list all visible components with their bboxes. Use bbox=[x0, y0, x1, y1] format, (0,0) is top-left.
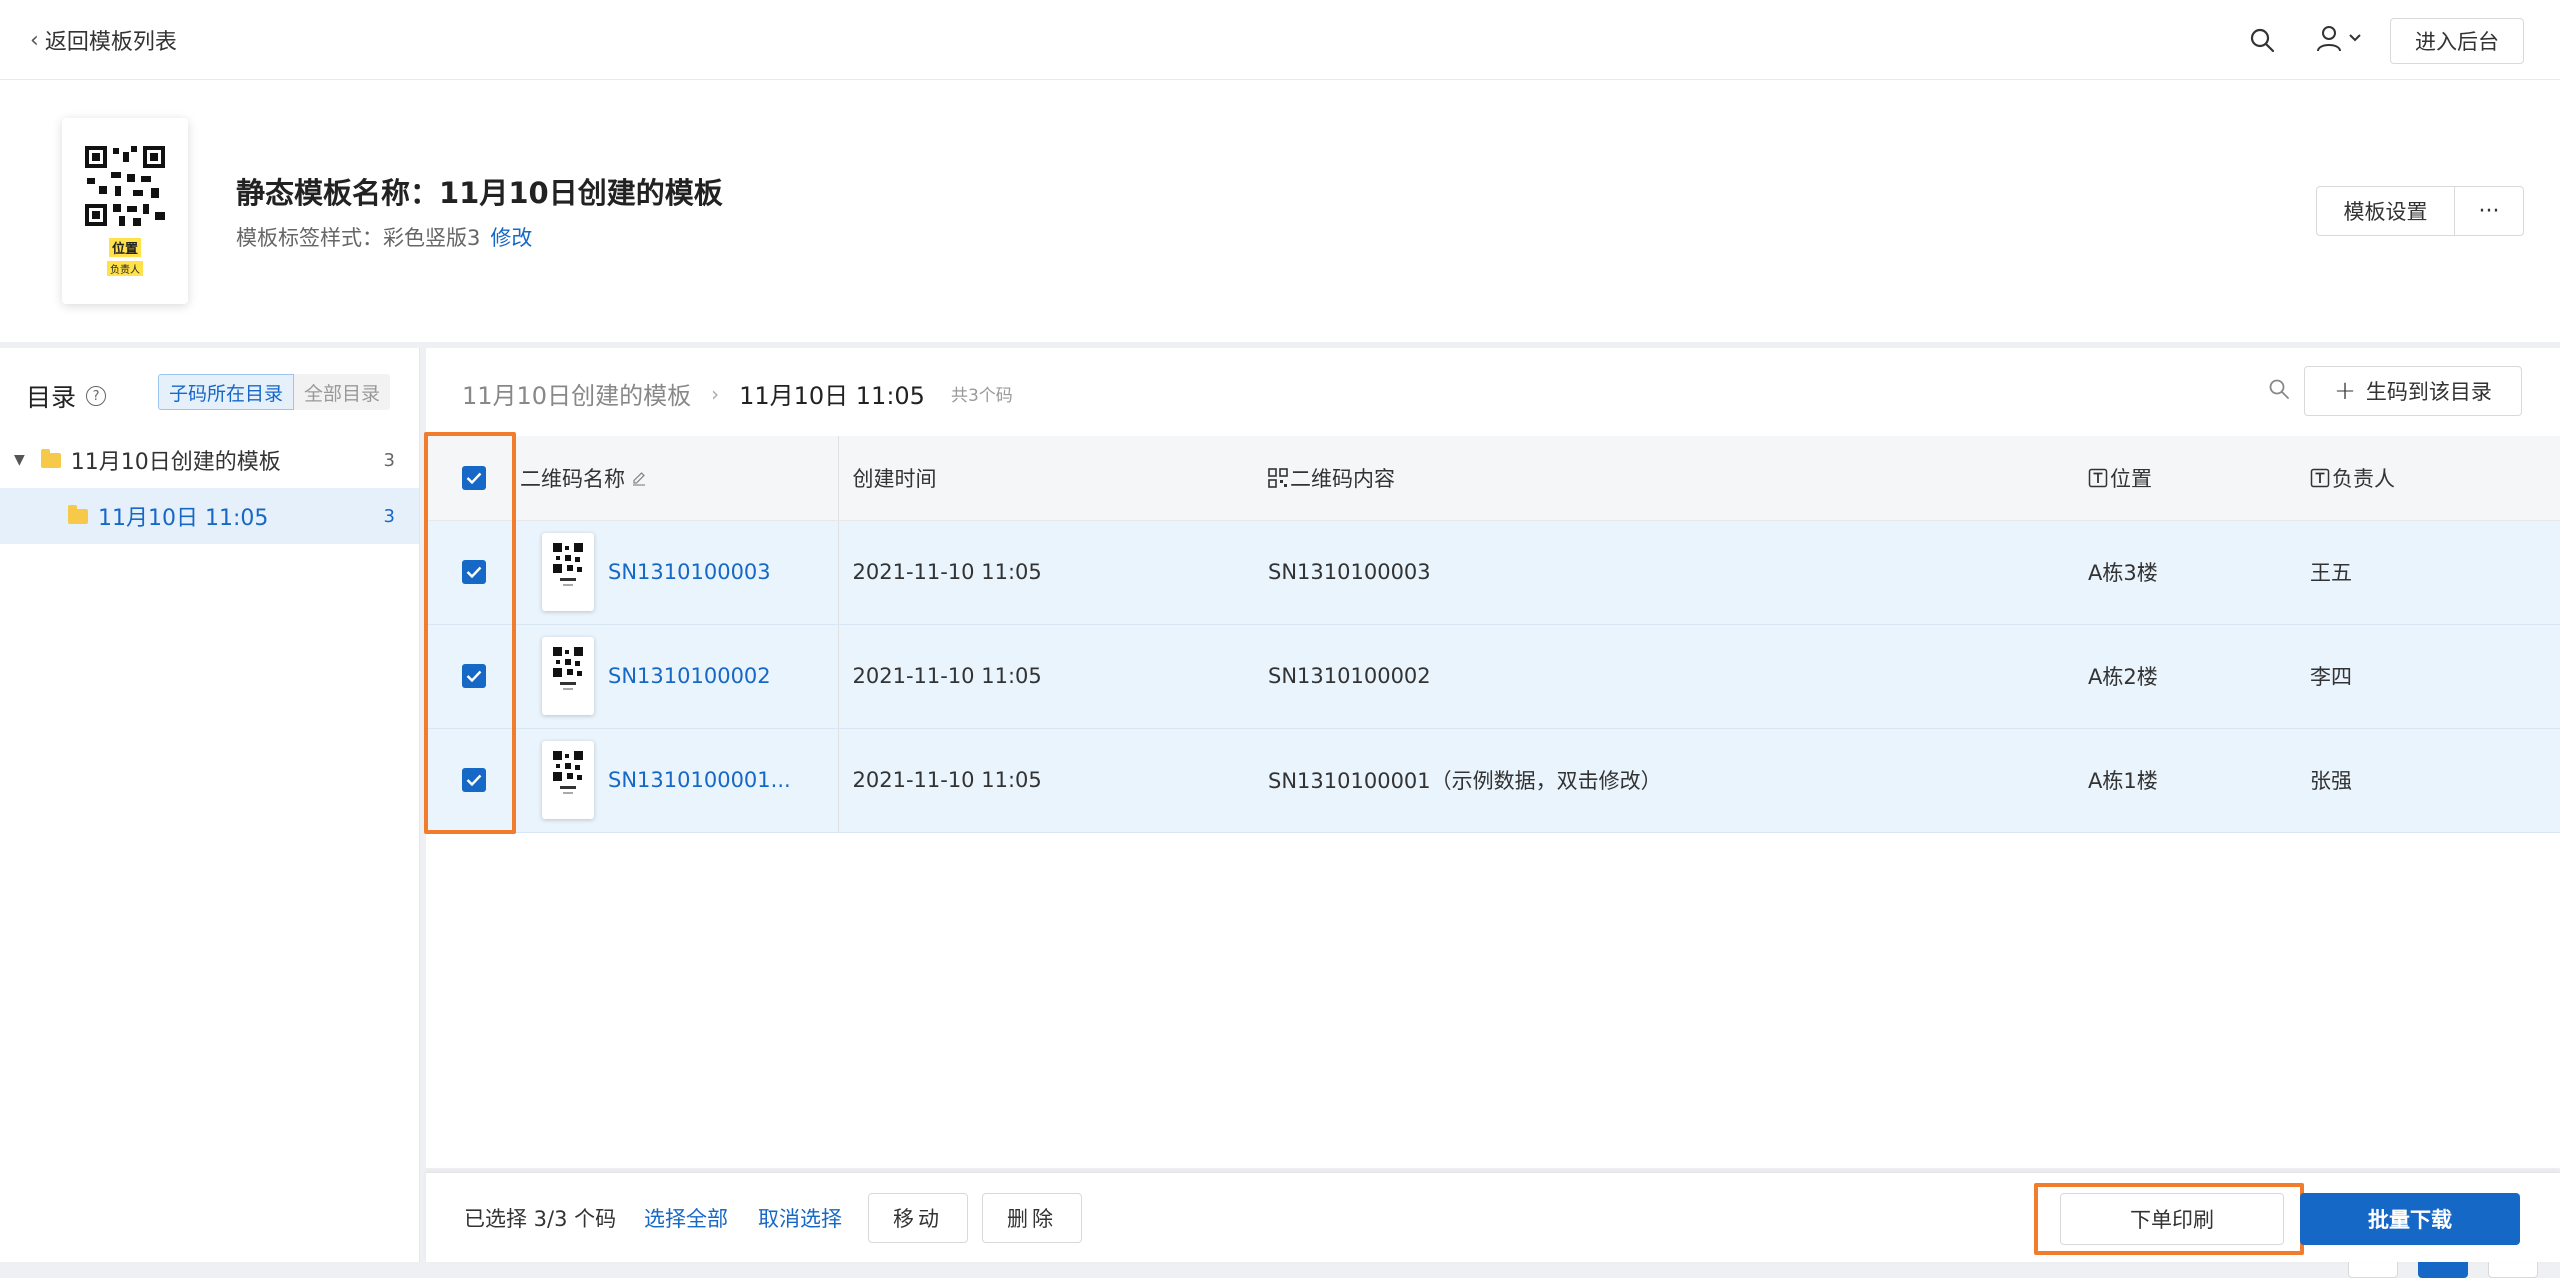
text-field-icon bbox=[2310, 468, 2330, 487]
text-field-icon bbox=[2088, 468, 2108, 487]
row-responsible: 张强 bbox=[2310, 728, 2560, 833]
back-to-template-list[interactable]: ‹ 返回模板列表 bbox=[30, 24, 177, 56]
code-thumbnail[interactable] bbox=[542, 637, 594, 715]
folder-icon bbox=[68, 504, 88, 524]
move-button[interactable]: 移动 bbox=[868, 1193, 968, 1243]
breadcrumb-current: 11月10日 11:05 bbox=[739, 382, 925, 410]
row-responsible: 李四 bbox=[2310, 624, 2560, 729]
header-name-label: 二维码名称 bbox=[520, 466, 625, 491]
enter-admin-button[interactable]: 进入后台 bbox=[2390, 18, 2524, 64]
batch-download-button[interactable]: 批量下载 bbox=[2300, 1193, 2520, 1245]
directory-title: 目录 ? bbox=[26, 378, 107, 414]
header-position: 位置 bbox=[2088, 436, 2310, 521]
generate-to-directory-button[interactable]: + 生码到该目录 bbox=[2304, 366, 2522, 416]
row-time: 2021-11-10 11:05 bbox=[838, 728, 1268, 833]
qr-code-icon bbox=[553, 751, 583, 781]
edit-style-link[interactable]: 修改 bbox=[490, 226, 532, 250]
table-row[interactable]: SN1310100002 2021-11-10 11:05 SN13101000… bbox=[426, 624, 2560, 729]
select-all-link[interactable]: 选择全部 bbox=[644, 1203, 728, 1233]
order-print-button[interactable]: 下单印刷 bbox=[2060, 1193, 2284, 1245]
row-position: A栋1楼 bbox=[2088, 728, 2310, 833]
search-icon[interactable] bbox=[2248, 26, 2276, 54]
top-bar: ‹ 返回模板列表 进入后台 bbox=[0, 0, 2560, 80]
table-row[interactable]: SN1310100001... 2021-11-10 11:05 SN13101… bbox=[426, 728, 2560, 833]
cancel-select-link[interactable]: 取消选择 bbox=[758, 1203, 842, 1233]
breadcrumb: 11月10日创建的模板 › 11月10日 11:05 共3个码 bbox=[462, 376, 1013, 411]
header-time: 创建时间 bbox=[838, 436, 1268, 521]
directory-sidebar: 目录 ? 子码所在目录 全部目录 ▼ 11月10日创建的模板 3 11月10日 … bbox=[0, 348, 420, 1262]
code-count: 共3个码 bbox=[950, 386, 1013, 406]
tree-item-count: 3 bbox=[383, 449, 395, 471]
row-responsible: 王五 bbox=[2310, 520, 2560, 625]
plus-icon: + bbox=[2334, 376, 2356, 406]
caret-down-icon[interactable]: ▼ bbox=[14, 452, 25, 468]
header-content-label: 二维码内容 bbox=[1290, 466, 1395, 491]
tree-item-root[interactable]: ▼ 11月10日创建的模板 3 bbox=[0, 432, 419, 488]
row-position: A栋2楼 bbox=[2088, 624, 2310, 729]
row-position: A栋3楼 bbox=[2088, 520, 2310, 625]
header-time-label: 创建时间 bbox=[852, 466, 937, 491]
chevron-right-icon: › bbox=[711, 381, 720, 406]
row-content: SN1310100001（示例数据，双击修改） bbox=[1268, 728, 2088, 833]
breadcrumb-parent[interactable]: 11月10日创建的模板 bbox=[462, 376, 691, 411]
code-name-link[interactable]: SN1310100003 bbox=[608, 560, 771, 584]
edit-pencil-icon[interactable] bbox=[631, 470, 647, 486]
tab-all-directory[interactable]: 全部目录 bbox=[294, 374, 391, 410]
help-icon[interactable]: ? bbox=[86, 386, 107, 406]
template-thumbnail: 位置 负责人 bbox=[62, 118, 188, 304]
directory-scope-toggle: 子码所在目录 全部目录 bbox=[158, 374, 391, 410]
row-name-cell: SN1310100003 bbox=[522, 520, 839, 625]
tree-item-label: 11月10日创建的模板 bbox=[70, 450, 281, 475]
template-title: 静态模板名称：11月10日创建的模板 bbox=[236, 176, 723, 210]
tree-item-label: 11月10日 11:05 bbox=[98, 506, 269, 531]
user-menu[interactable] bbox=[2316, 24, 2362, 52]
back-label: 返回模板列表 bbox=[44, 30, 177, 55]
code-thumbnail[interactable] bbox=[542, 741, 594, 819]
row-name-cell: SN1310100001... bbox=[522, 728, 839, 833]
qr-small-icon bbox=[1268, 467, 1288, 488]
thumb-responsible-label: 负责人 bbox=[107, 261, 143, 276]
row-content: SN1310100003 bbox=[1268, 520, 2088, 625]
table-row[interactable]: SN1310100003 2021-11-10 11:05 SN13101000… bbox=[426, 520, 2560, 625]
header-name: 二维码名称 bbox=[520, 436, 839, 521]
delete-button[interactable]: 删除 bbox=[982, 1193, 1082, 1243]
row-time: 2021-11-10 11:05 bbox=[838, 624, 1268, 729]
qr-code-icon bbox=[553, 647, 583, 677]
selected-count: 已选择 3/3 个码 bbox=[464, 1207, 617, 1231]
row-name-cell: SN1310100002 bbox=[522, 624, 839, 729]
code-table: 二维码名称 创建时间 二维码内容 位置 负责人 SN1310100003 202… bbox=[426, 436, 2560, 833]
thumb-position-label: 位置 bbox=[108, 238, 141, 257]
table-header-row: 二维码名称 创建时间 二维码内容 位置 负责人 bbox=[426, 436, 2560, 521]
chevron-left-icon: ‹ bbox=[30, 27, 39, 53]
header-responsible-label: 负责人 bbox=[2332, 466, 2395, 491]
code-name-link[interactable]: SN1310100001... bbox=[608, 768, 791, 792]
row-time: 2021-11-10 11:05 bbox=[838, 520, 1268, 625]
header-position-label: 位置 bbox=[2110, 466, 2152, 491]
template-style-label: 模板标签样式：彩色竖版3 bbox=[236, 226, 481, 250]
template-style-line: 模板标签样式：彩色竖版3 修改 bbox=[236, 222, 532, 252]
header-responsible: 负责人 bbox=[2310, 436, 2560, 521]
checkbox-column-highlight bbox=[424, 432, 516, 834]
directory-title-text: 目录 bbox=[26, 383, 77, 412]
search-icon[interactable] bbox=[2268, 378, 2290, 400]
tab-sub-directory[interactable]: 子码所在目录 bbox=[158, 374, 295, 410]
template-actions: 模板设置 ··· bbox=[2316, 186, 2524, 236]
tree-item-count: 3 bbox=[383, 505, 395, 527]
batch-action-bar: 已选择 3/3 个码 选择全部 取消选择 移动 删除 下单印刷 批量下载 bbox=[426, 1172, 2560, 1262]
folder-icon bbox=[40, 448, 61, 468]
more-button[interactable]: ··· bbox=[2455, 187, 2523, 235]
chevron-down-icon bbox=[2349, 34, 2361, 42]
code-name-link[interactable]: SN1310100002 bbox=[608, 664, 771, 688]
tree-item-child[interactable]: 11月10日 11:05 3 bbox=[0, 488, 419, 544]
user-icon bbox=[2317, 26, 2341, 52]
code-thumbnail[interactable] bbox=[542, 533, 594, 611]
template-settings-button[interactable]: 模板设置 bbox=[2317, 187, 2455, 235]
header-content: 二维码内容 bbox=[1268, 436, 2088, 521]
generate-label: 生码到该目录 bbox=[2365, 380, 2492, 404]
qr-code-icon bbox=[85, 146, 165, 226]
row-content: SN1310100002 bbox=[1268, 624, 2088, 729]
code-list-panel: 11月10日创建的模板 › 11月10日 11:05 共3个码 + 生码到该目录… bbox=[426, 348, 2560, 1278]
qr-code-icon bbox=[553, 543, 583, 573]
